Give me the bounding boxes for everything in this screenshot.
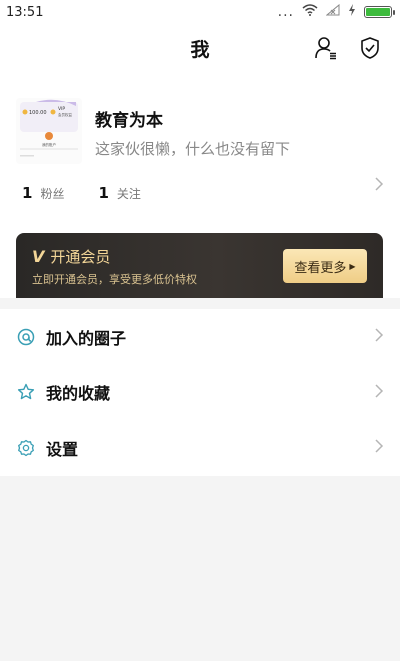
security-button[interactable] (356, 34, 384, 62)
menu-item-label: 我的收藏 (46, 384, 111, 404)
svg-text:VIP: VIP (58, 106, 65, 112)
circle-at-icon (16, 327, 36, 347)
menu-item-label: 加入的圈子 (46, 328, 127, 348)
star-icon (16, 382, 36, 402)
profile-stats: 1 粉丝 1 关注 (22, 184, 141, 202)
menu-item-circles[interactable]: 加入的圈子 (0, 309, 400, 365)
status-bar: 13:51 ... (0, 0, 400, 24)
vip-title: 开通会员 (50, 248, 111, 266)
signal-icon (325, 3, 340, 20)
profile-section: 100.00 VIP 会员权益 我的账户 教育为本 这家伙很懒，什么也没有留下 … (0, 72, 400, 298)
followers-label: 粉丝 (40, 187, 65, 201)
followers-count: 1 (22, 184, 33, 202)
status-icons: ... (277, 3, 395, 20)
notification-dots: ... (277, 4, 294, 20)
chevron-right-icon (374, 438, 384, 458)
menu-item-favorites[interactable]: 我的收藏 (0, 365, 400, 421)
play-arrow-icon: ▶ (349, 261, 356, 271)
menu-item-label: 设置 (46, 439, 79, 459)
menu-list: 加入的圈子 我的收藏 设置 (0, 309, 400, 476)
svg-text:100.00: 100.00 (29, 110, 47, 116)
user-list-icon (315, 37, 336, 60)
battery-icon (364, 6, 395, 18)
gear-icon (16, 438, 36, 458)
following-stat[interactable]: 1 关注 (98, 184, 140, 202)
wifi-icon (302, 4, 318, 20)
avatar[interactable]: 100.00 VIP 会员权益 我的账户 (16, 98, 82, 164)
status-time: 13:51 (6, 4, 44, 20)
vip-card[interactable]: V 开通会员 立即开通会员，享受更多低价特权 查看更多 ▶ (16, 233, 383, 298)
user-bio: 这家伙很懒，什么也没有留下 (95, 140, 291, 158)
user-list-button[interactable] (312, 34, 340, 62)
vip-more-label: 查看更多 (294, 259, 347, 275)
following-count: 1 (98, 184, 109, 202)
vip-more-button[interactable]: 查看更多 ▶ (283, 249, 367, 283)
header-actions (312, 34, 384, 62)
following-label: 关注 (116, 187, 141, 201)
followers-stat[interactable]: 1 粉丝 (22, 184, 64, 202)
user-name[interactable]: 教育为本 (95, 106, 163, 131)
page-title: 我 (190, 38, 210, 61)
vip-title-row: V 开通会员 (32, 246, 110, 267)
svg-text:我的账户: 我的账户 (42, 142, 56, 147)
charging-icon (348, 4, 356, 20)
shield-check-icon (361, 37, 379, 59)
battery-level (366, 8, 390, 16)
chevron-right-icon (374, 327, 384, 347)
vip-subtitle: 立即开通会员，享受更多低价特权 (32, 273, 197, 286)
app-header: 我 (0, 24, 400, 72)
profile-chevron-icon[interactable] (374, 176, 384, 196)
vip-badge-icon: V (32, 247, 45, 266)
chevron-right-icon (374, 383, 384, 403)
svg-text:会员权益: 会员权益 (58, 112, 72, 117)
menu-item-settings[interactable]: 设置 (0, 420, 400, 476)
